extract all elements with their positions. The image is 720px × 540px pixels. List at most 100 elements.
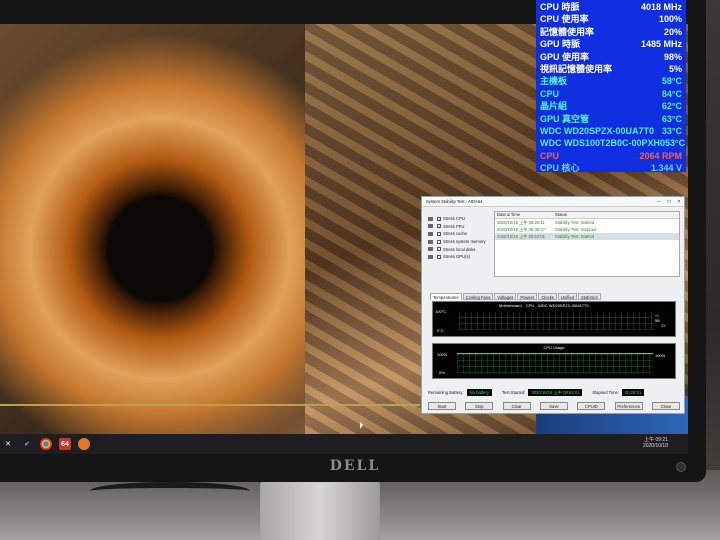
memory-icon [428,239,433,244]
disk-icon [428,247,433,252]
app-icon[interactable] [78,438,90,450]
stop-button[interactable]: Stop [465,402,494,410]
osd-row: CPU 2064 RPM [540,150,682,162]
maximize-icon[interactable]: □ [664,199,674,205]
test-started-label: Test Started: [501,390,526,395]
yellow-guide-line [0,404,420,406]
osd-row: 晶片組 62°C [540,100,682,112]
osd-value: 98% [663,51,682,62]
temperature-grid [459,312,653,330]
save-button[interactable]: Save [539,402,568,410]
log-table[interactable]: Date & Time Status 2020/10/18 上午 08:26:1… [494,211,680,277]
checkbox[interactable] [437,247,441,252]
osd-value: 100% [658,14,682,25]
checkbox[interactable] [437,231,441,236]
osd-value: 53°C [665,138,686,149]
osd-label: 視訊記憶體使用率 [540,63,613,74]
osd-label: 晶片組 [540,101,568,112]
tab-cooling-fans[interactable]: Cooling Fans [462,293,494,300]
monitor-stand [260,478,380,540]
tab-voltages[interactable]: Voltages [494,293,517,300]
temp-value-disk: 33 [661,323,666,328]
osd-row: GPU 真空管 63°C [540,113,682,125]
checkbox[interactable]: ✓ [437,216,441,221]
start-button[interactable]: Start [428,402,456,410]
close-button[interactable]: Close [651,402,680,410]
tab-unified[interactable]: Unified [557,293,577,300]
osd-label: CPU [540,88,560,99]
table-row[interactable]: 2020/10/18 上午 08:53:01 Stability Test: St… [495,233,679,240]
stress-option[interactable]: ✓ Stress CPU [428,215,490,223]
osd-label: WDC WDS100T2B0C-00PXH0 [540,138,666,149]
checkbox[interactable] [437,239,441,244]
legend-item[interactable]: CPU [526,303,534,308]
osd-row: GPU 時脈 1485 MHz [540,38,682,50]
close-x-icon[interactable]: ✕ [2,438,14,450]
tab-statistics[interactable]: Statistics [577,293,601,300]
osd-value: 84°C [661,88,682,99]
osd-label: CPU 時脈 [540,2,580,12]
column-header-status[interactable]: Status [553,212,673,218]
table-row[interactable]: 2020/10/18 上午 08:26:11 Stability Test: St… [495,219,679,226]
status-bar: Remaining Battery: No battery Test Start… [428,388,680,397]
cpu-usage-graph: CPU Usage 100% 0% 100% [432,343,676,379]
elapsed-time-value: 00:28:51 [621,389,645,396]
osd-value: 58°C [661,76,682,87]
stress-option[interactable]: Stress cache [428,230,490,238]
power-button[interactable] [676,462,686,472]
stress-option[interactable]: ✓ Stress FPU [428,223,490,231]
battery-label: Remaining Battery: [428,390,464,395]
temperature-legend: Motherboard CPU WDC WD20SPZX-00UA7T0 [499,303,589,308]
elapsed-time-label: Elapsed Time: [592,390,619,395]
graph-tabs: Temperatures Cooling Fans Voltages Power… [430,293,602,300]
osd-row: 主機板 58°C [540,75,682,87]
column-header-date[interactable]: Date & Time [495,212,553,218]
cpuid-button[interactable]: CPUID [577,402,606,410]
osd-row: 視訊記憶體使用率 5% [540,63,682,75]
legend-item[interactable]: WDC WD20SPZX-00UA7T0 [538,303,588,308]
stress-option[interactable]: Stress system memory [428,238,490,246]
temperature-graph: Motherboard CPU WDC WD20SPZX-00UA7T0 100… [432,301,676,337]
checkbox[interactable]: ✓ [437,224,441,229]
osd-value: 1.344 V [650,163,682,174]
osd-value: 63°C [661,113,682,124]
osd-row: WDC WDS100T2B0C-00PXH0 53°C [540,137,686,149]
stress-option[interactable]: Stress local disks [428,245,490,253]
osd-value: 20% [663,26,682,37]
osd-row: CPU 84°C [540,88,682,100]
osd-value: 1485 MHz [640,39,682,50]
clear-button[interactable]: Clear [502,402,531,410]
monitor: System Stability Test - AIDA64 – □ × ✓ St… [0,0,706,482]
usage-y-max: 100% [437,352,448,357]
tab-powers[interactable]: Powers [517,293,538,300]
osd-label: WDC WD20SPZX-00UA7T0 [540,125,655,136]
checkbox[interactable] [437,254,441,259]
window-titlebar[interactable]: System Stability Test - AIDA64 – □ × [422,197,684,207]
usage-grid [457,353,653,373]
tab-temperatures[interactable]: Temperatures [430,293,462,300]
minimize-icon[interactable]: – [654,199,664,205]
battery-value: No battery [466,389,492,396]
tab-clocks[interactable]: Clocks [538,293,557,300]
osd-label: GPU 時脈 [540,39,581,50]
osd-label: 記憶體使用率 [540,26,595,37]
window-title: System Stability Test - AIDA64 [426,199,483,204]
legend-item[interactable]: Motherboard [499,303,522,308]
cpu-icon [428,216,433,221]
cache-icon [428,231,433,236]
chrome-icon[interactable] [40,438,52,450]
steam-icon[interactable]: ✔ [21,438,33,450]
sensor-osd-panel: CPU 時脈 4018 MHz CPU 使用率 100% 記憶體使用率 20% GPU 時脈… [536,0,686,174]
clock[interactable]: 上午 09:21 2020/10/18 [643,437,668,449]
preferences-button[interactable]: Preferences [614,402,643,410]
osd-value: 2064 RPM [639,150,682,161]
osd-label: CPU 核心 [540,163,580,174]
clock-date: 2020/10/18 [642,443,668,449]
osd-value: 62°C [661,101,682,112]
osd-label: GPU 使用率 [540,51,590,62]
table-row[interactable]: 2020/10/18 上午 08:48:27 Stability Test: St… [495,226,679,233]
stress-option[interactable]: Stress GPU(s) [428,253,490,261]
osd-value: 33°C [661,125,682,136]
close-icon[interactable]: × [674,199,684,205]
aida64-icon[interactable]: 64 [59,438,71,450]
